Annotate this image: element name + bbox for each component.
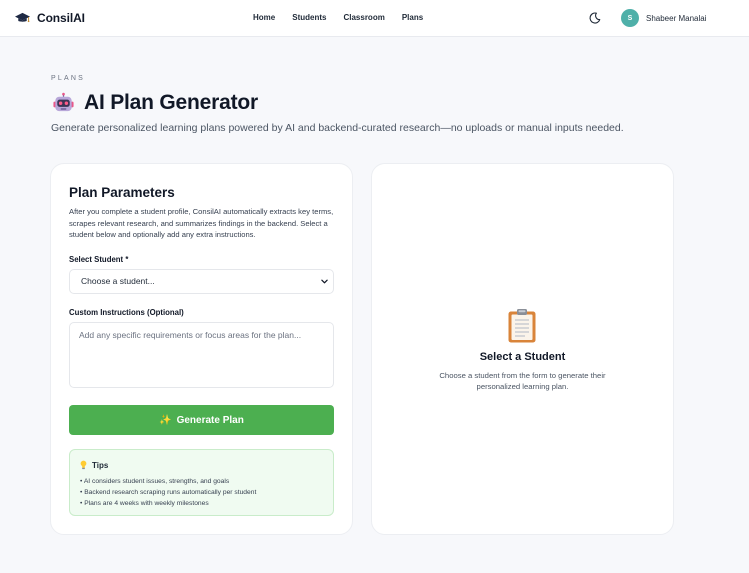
- lightbulb-icon: [80, 460, 87, 470]
- top-navbar: ConsilAI Home Students Classroom Plans S…: [0, 0, 749, 37]
- tips-list: AI considers student issues, strengths, …: [80, 476, 256, 510]
- moon-icon[interactable]: [589, 12, 601, 24]
- tip-item: Plans are 4 weeks with weekly milestones: [80, 498, 256, 509]
- nav-link-home[interactable]: Home: [253, 13, 275, 22]
- tips-header: Tips: [80, 460, 108, 470]
- student-select-value: Choose a student...: [81, 276, 155, 286]
- tip-item: Backend research scraping runs automatic…: [80, 487, 256, 498]
- nav-link-classroom[interactable]: Classroom: [343, 13, 384, 22]
- tips-box: Tips AI considers student issues, streng…: [69, 449, 334, 516]
- graduation-cap-icon: [15, 12, 30, 23]
- empty-state-description: Choose a student from the form to genera…: [439, 371, 606, 391]
- page-title-row: AI Plan Generator: [52, 91, 258, 115]
- custom-instructions-label: Custom Instructions (Optional): [69, 308, 184, 317]
- select-student-label: Select Student *: [69, 255, 129, 264]
- nav-link-plans[interactable]: Plans: [402, 13, 423, 22]
- student-select[interactable]: Choose a student...: [69, 269, 334, 294]
- generate-plan-button[interactable]: ✨ Generate Plan: [69, 405, 334, 435]
- plan-parameters-card: Plan Parameters After you complete a stu…: [50, 163, 353, 535]
- page-eyebrow: PLANS: [51, 75, 85, 82]
- plan-parameters-description: After you complete a student profile, Co…: [69, 207, 334, 239]
- plan-parameters-title: Plan Parameters: [69, 185, 175, 200]
- tip-item: AI considers student issues, strengths, …: [80, 476, 256, 487]
- nav-link-students[interactable]: Students: [292, 13, 326, 22]
- empty-state-title: Select a Student: [479, 351, 566, 363]
- sparkles-icon: ✨: [159, 414, 172, 426]
- tips-title: Tips: [92, 460, 109, 470]
- robot-icon: [53, 92, 74, 111]
- page-title: AI Plan Generator: [84, 91, 258, 114]
- clipboard-icon: [508, 309, 536, 343]
- plan-preview-card: Select a Student Choose a student from t…: [371, 163, 674, 535]
- user-menu[interactable]: S Shabeer Manalai: [621, 9, 706, 27]
- avatar: S: [621, 9, 639, 27]
- generate-plan-label: Generate Plan: [176, 414, 244, 426]
- chevron-down-icon: [321, 279, 328, 284]
- custom-instructions-input[interactable]: Add any specific requirements or focus a…: [69, 322, 334, 388]
- user-name: Shabeer Manalai: [646, 13, 707, 23]
- brand[interactable]: ConsilAI: [15, 10, 85, 25]
- main-nav: Home Students Classroom Plans: [253, 13, 440, 22]
- custom-instructions-placeholder: Add any specific requirements or focus a…: [79, 330, 302, 340]
- page-subtitle: Generate personalized learning plans pow…: [51, 122, 624, 134]
- brand-name: ConsilAI: [37, 10, 85, 25]
